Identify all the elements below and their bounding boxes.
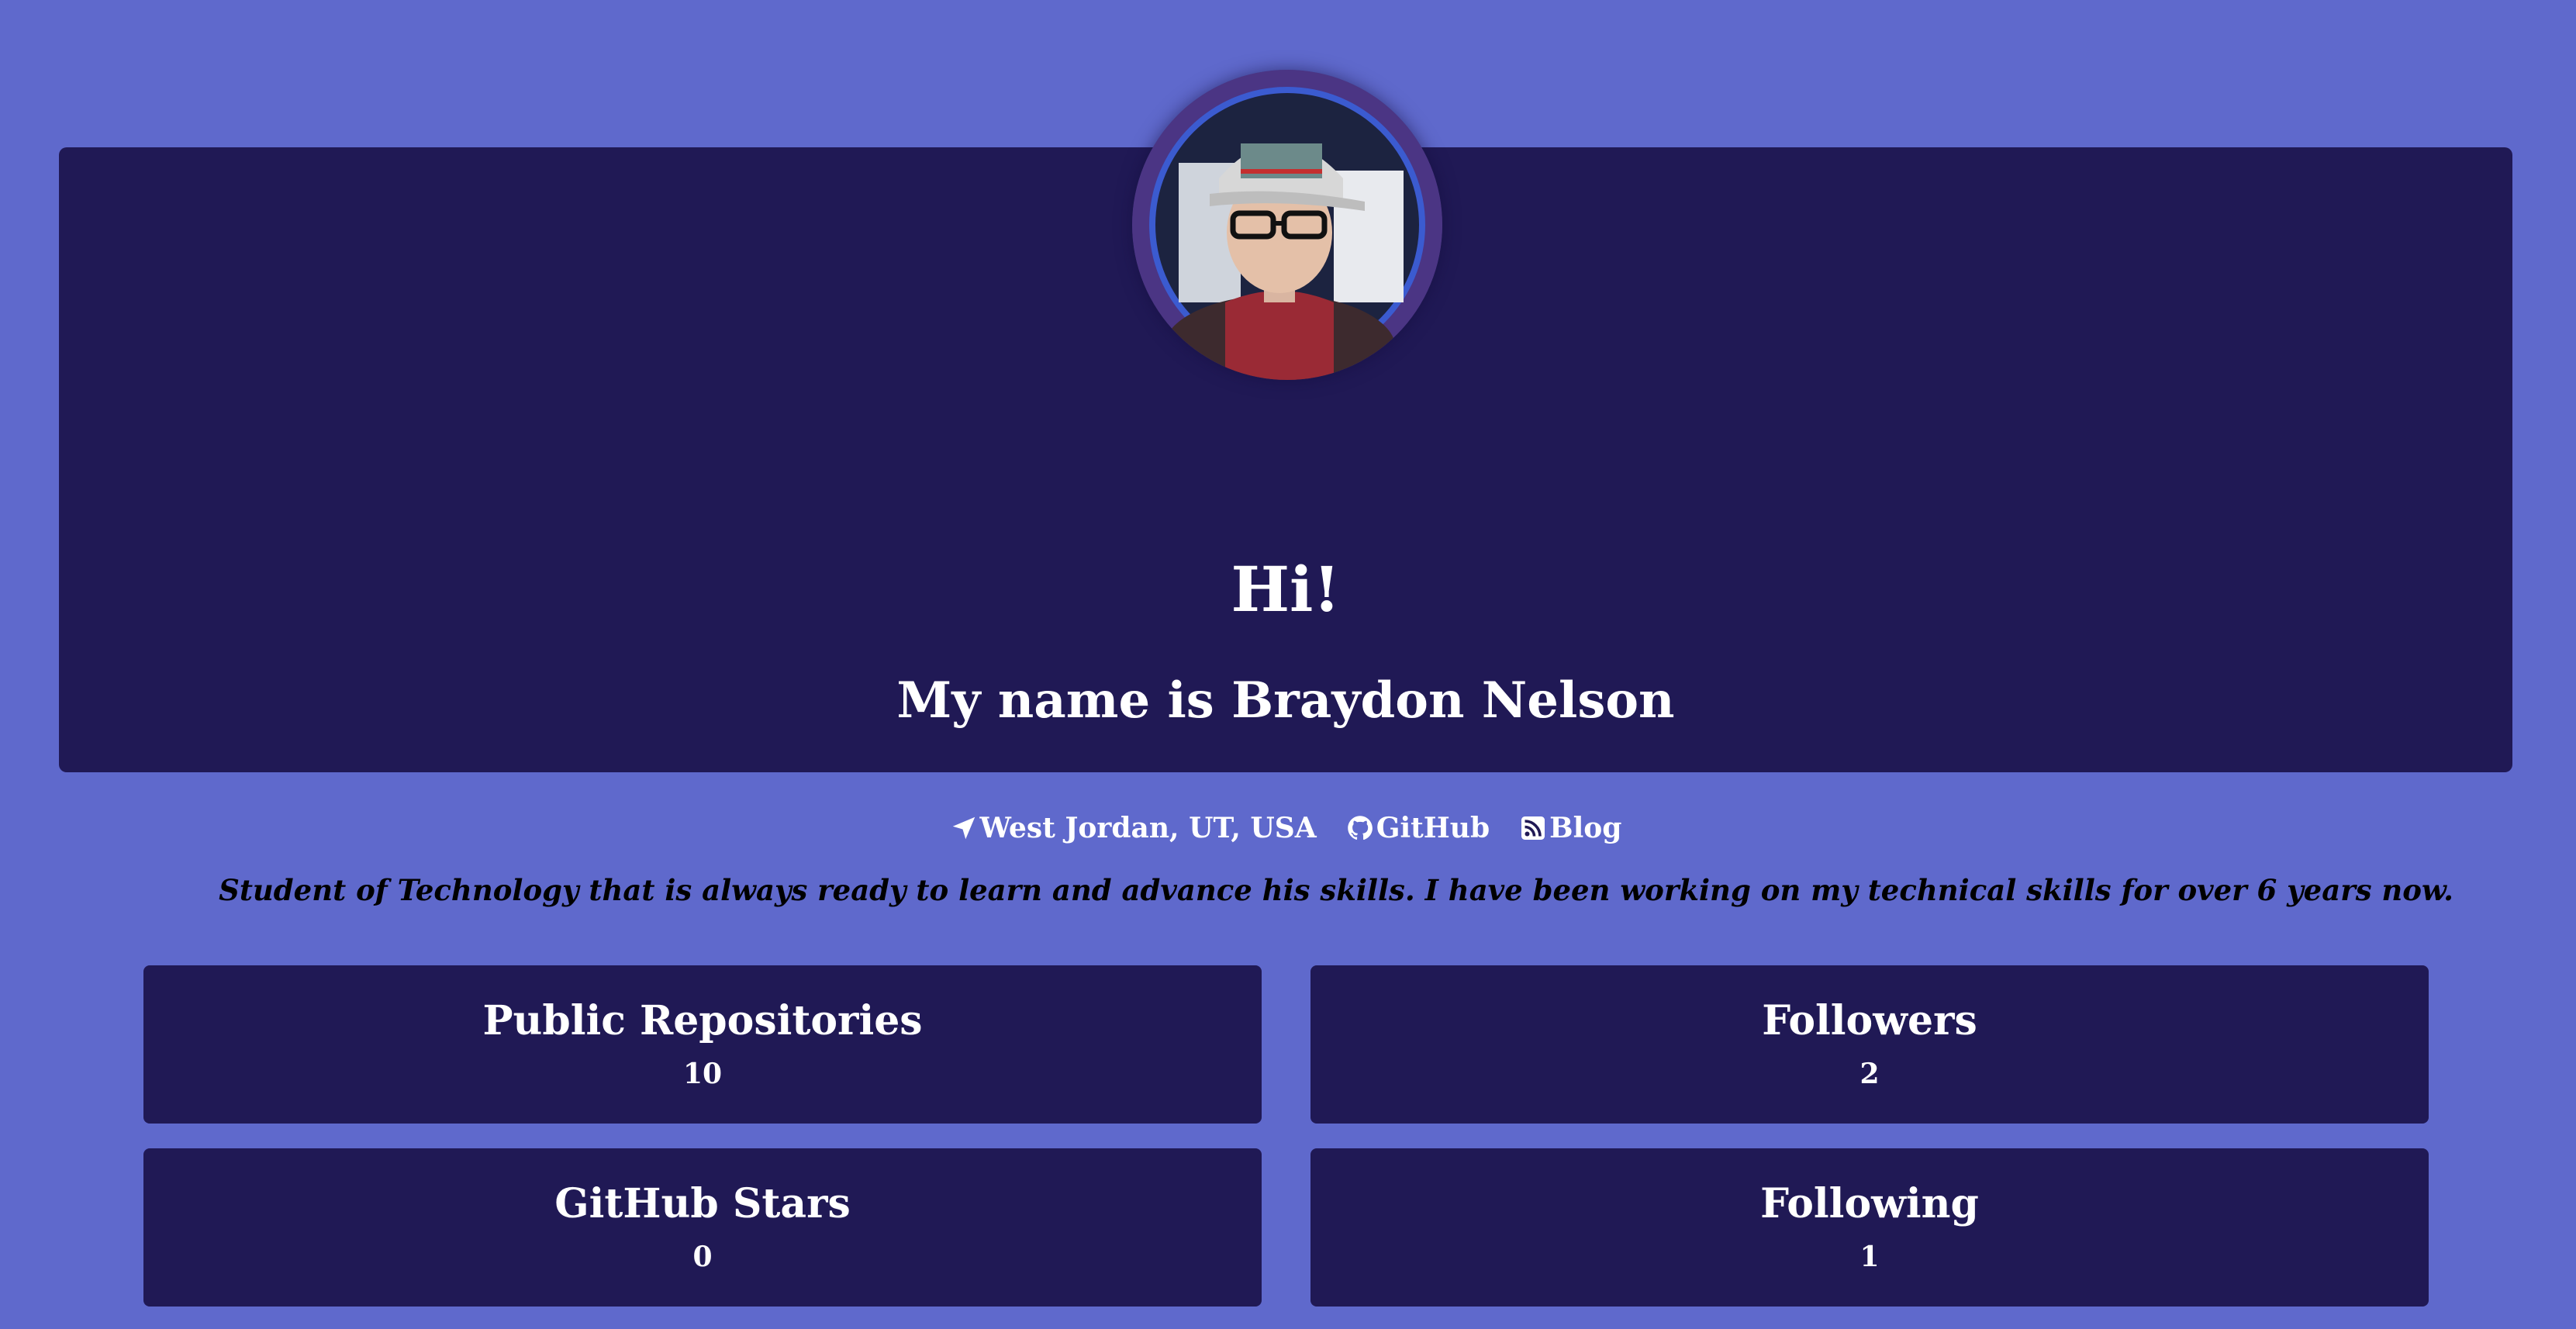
public-repositories-value: 10 — [682, 1058, 723, 1090]
following-value: 1 — [1859, 1241, 1880, 1273]
public-repositories-label: Public Repositories — [482, 997, 923, 1044]
followers-card: Followers 2 — [1310, 965, 2429, 1124]
github-icon — [1347, 816, 1373, 841]
avatar — [1132, 70, 1442, 380]
location-arrow-icon — [952, 816, 975, 840]
location-label: West Jordan, UT, USA — [979, 812, 1317, 844]
avatar-photo — [1132, 70, 1442, 380]
followers-value: 2 — [1859, 1058, 1880, 1090]
profile-links: West Jordan, UT, USA GitHub Blog — [59, 814, 2512, 842]
public-repositories-card: Public Repositories 10 — [143, 965, 1262, 1124]
blog-link[interactable]: Blog — [1519, 814, 1621, 842]
github-link[interactable]: GitHub — [1346, 814, 1490, 842]
name-heading: My name is Braydon Nelson — [896, 671, 1675, 730]
github-stars-value: 0 — [692, 1241, 713, 1273]
location-link[interactable]: West Jordan, UT, USA — [950, 814, 1317, 842]
bio-text: Student of Technology that is always rea… — [219, 873, 2453, 907]
following-card: Following 1 — [1310, 1148, 2429, 1307]
github-label: GitHub — [1376, 812, 1490, 844]
greeting-heading: Hi! — [1231, 553, 1341, 626]
following-label: Following — [1760, 1180, 1979, 1227]
followers-label: Followers — [1762, 997, 1977, 1044]
rss-icon — [1521, 816, 1545, 840]
github-stars-label: GitHub Stars — [554, 1180, 851, 1227]
github-stars-card: GitHub Stars 0 — [143, 1148, 1262, 1307]
blog-label: Blog — [1549, 812, 1622, 844]
